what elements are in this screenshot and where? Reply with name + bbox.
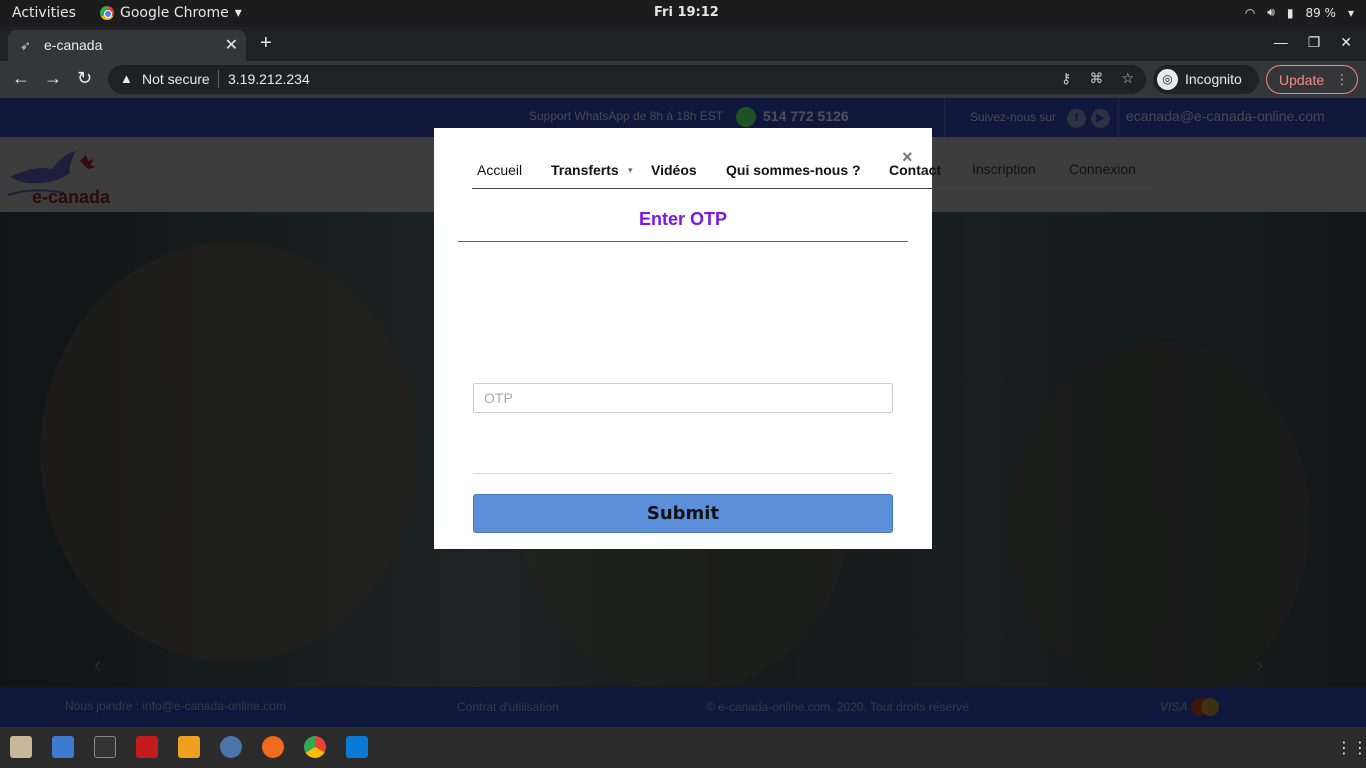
divider [218, 70, 219, 88]
chrome-icon[interactable] [304, 736, 326, 758]
update-label: Update [1279, 72, 1325, 88]
new-tab-button[interactable]: + [260, 32, 272, 55]
menu-dots-icon[interactable]: ⋮ [1335, 71, 1349, 88]
key-icon[interactable]: ⚷ [1061, 70, 1071, 87]
app-name: Google Chrome [120, 5, 229, 21]
window-controls: — ❐ ✕ [1274, 34, 1352, 51]
bird-favicon-icon: ➶ [20, 38, 31, 53]
chevron-down-icon: ▾ [1347, 5, 1354, 20]
postgresql-icon[interactable] [220, 736, 242, 758]
web-page: Support WhatsApp de 8h à 18h EST 514 772… [0, 98, 1366, 727]
title-divider [458, 241, 908, 242]
submit-button[interactable]: Submit [473, 494, 893, 533]
battery-level: 89 % [1305, 5, 1336, 20]
system-tray[interactable]: ◠ 🔊︎ ▮ 89 % ▾ [1245, 5, 1354, 20]
otp-modal: × Accueil Transferts ▾ Vidéos Qui sommes… [434, 128, 1152, 549]
divider [473, 473, 893, 474]
chrome-icon [100, 6, 114, 20]
incognito-icon: ◎ [1157, 69, 1178, 90]
nav-accueil[interactable]: Accueil [477, 162, 522, 178]
minimize-icon[interactable]: — [1274, 34, 1288, 51]
tab-e-canada[interactable]: ➶ e-canada ✕ [8, 30, 246, 61]
app-menu[interactable]: Google Chrome ▾ [100, 5, 242, 21]
activities-button[interactable]: Activities [12, 5, 76, 21]
omnibox-icons: ⚷ ⌘ ☆ [1061, 70, 1134, 87]
url-text[interactable]: 3.19.212.234 [228, 71, 310, 87]
system-top-bar: Activities Google Chrome ▾ Fri 19:12 ◠ 🔊… [0, 0, 1366, 27]
security-label[interactable]: Not secure [142, 71, 210, 87]
volume-icon: 🔊︎ [1267, 5, 1275, 19]
tab-strip: ➶ e-canada ✕ + — ❐ ✕ [0, 27, 1366, 61]
reload-icon[interactable]: ↻ [77, 68, 92, 89]
clock[interactable]: Fri 19:12 [654, 5, 719, 20]
battery-icon: ▮ [1286, 5, 1294, 20]
wifi-icon: ◠ [1244, 5, 1256, 20]
apps-grid-icon[interactable]: ⋮⋮⋮ [1336, 738, 1366, 757]
filezilla-icon[interactable] [136, 736, 158, 758]
browser-toolbar: ← → ↻ ▲ Not secure 3.19.212.234 ⚷ ⌘ ☆ ◎ … [0, 61, 1366, 98]
star-icon[interactable]: ☆ [1121, 70, 1134, 87]
chevron-down-icon: ▾ [234, 5, 242, 21]
address-bar[interactable]: ▲ Not secure 3.19.212.234 ⚷ ⌘ ☆ [108, 65, 1146, 94]
close-tab-icon[interactable]: ✕ [225, 35, 238, 55]
vscode-icon[interactable] [346, 736, 368, 758]
otp-input[interactable] [473, 383, 893, 413]
caret-down-icon: ▾ [628, 165, 633, 175]
text-editor-icon[interactable] [52, 736, 74, 758]
site-navigation: Accueil Transferts ▾ Vidéos Qui sommes-n… [472, 162, 1152, 189]
nav-qui-sommes-nous[interactable]: Qui sommes-nous ? [726, 162, 861, 178]
warning-icon[interactable]: ▲ [120, 71, 133, 86]
update-button[interactable]: Update ⋮ [1266, 65, 1358, 94]
file-manager-icon[interactable] [10, 736, 32, 758]
back-icon[interactable]: ← [12, 68, 30, 89]
modal-title: Enter OTP [638, 209, 727, 229]
incognito-label: Incognito [1185, 71, 1242, 87]
taskbar: ⋮⋮⋮ [0, 727, 1366, 768]
maximize-icon[interactable]: ❐ [1308, 34, 1321, 51]
postman-icon[interactable] [262, 736, 284, 758]
nav-contact[interactable]: Contact [889, 162, 941, 178]
tab-title: e-canada [44, 37, 103, 53]
close-window-icon[interactable]: ✕ [1340, 34, 1352, 51]
incognito-indicator[interactable]: ◎ Incognito [1153, 65, 1259, 94]
nav-videos[interactable]: Vidéos [651, 162, 697, 178]
sublime-text-icon[interactable] [178, 736, 200, 758]
forward-icon[interactable]: → [44, 68, 62, 89]
translate-icon[interactable]: ⌘ [1089, 70, 1103, 87]
terminal-icon[interactable] [94, 736, 116, 758]
nav-transferts[interactable]: Transferts [551, 162, 619, 178]
